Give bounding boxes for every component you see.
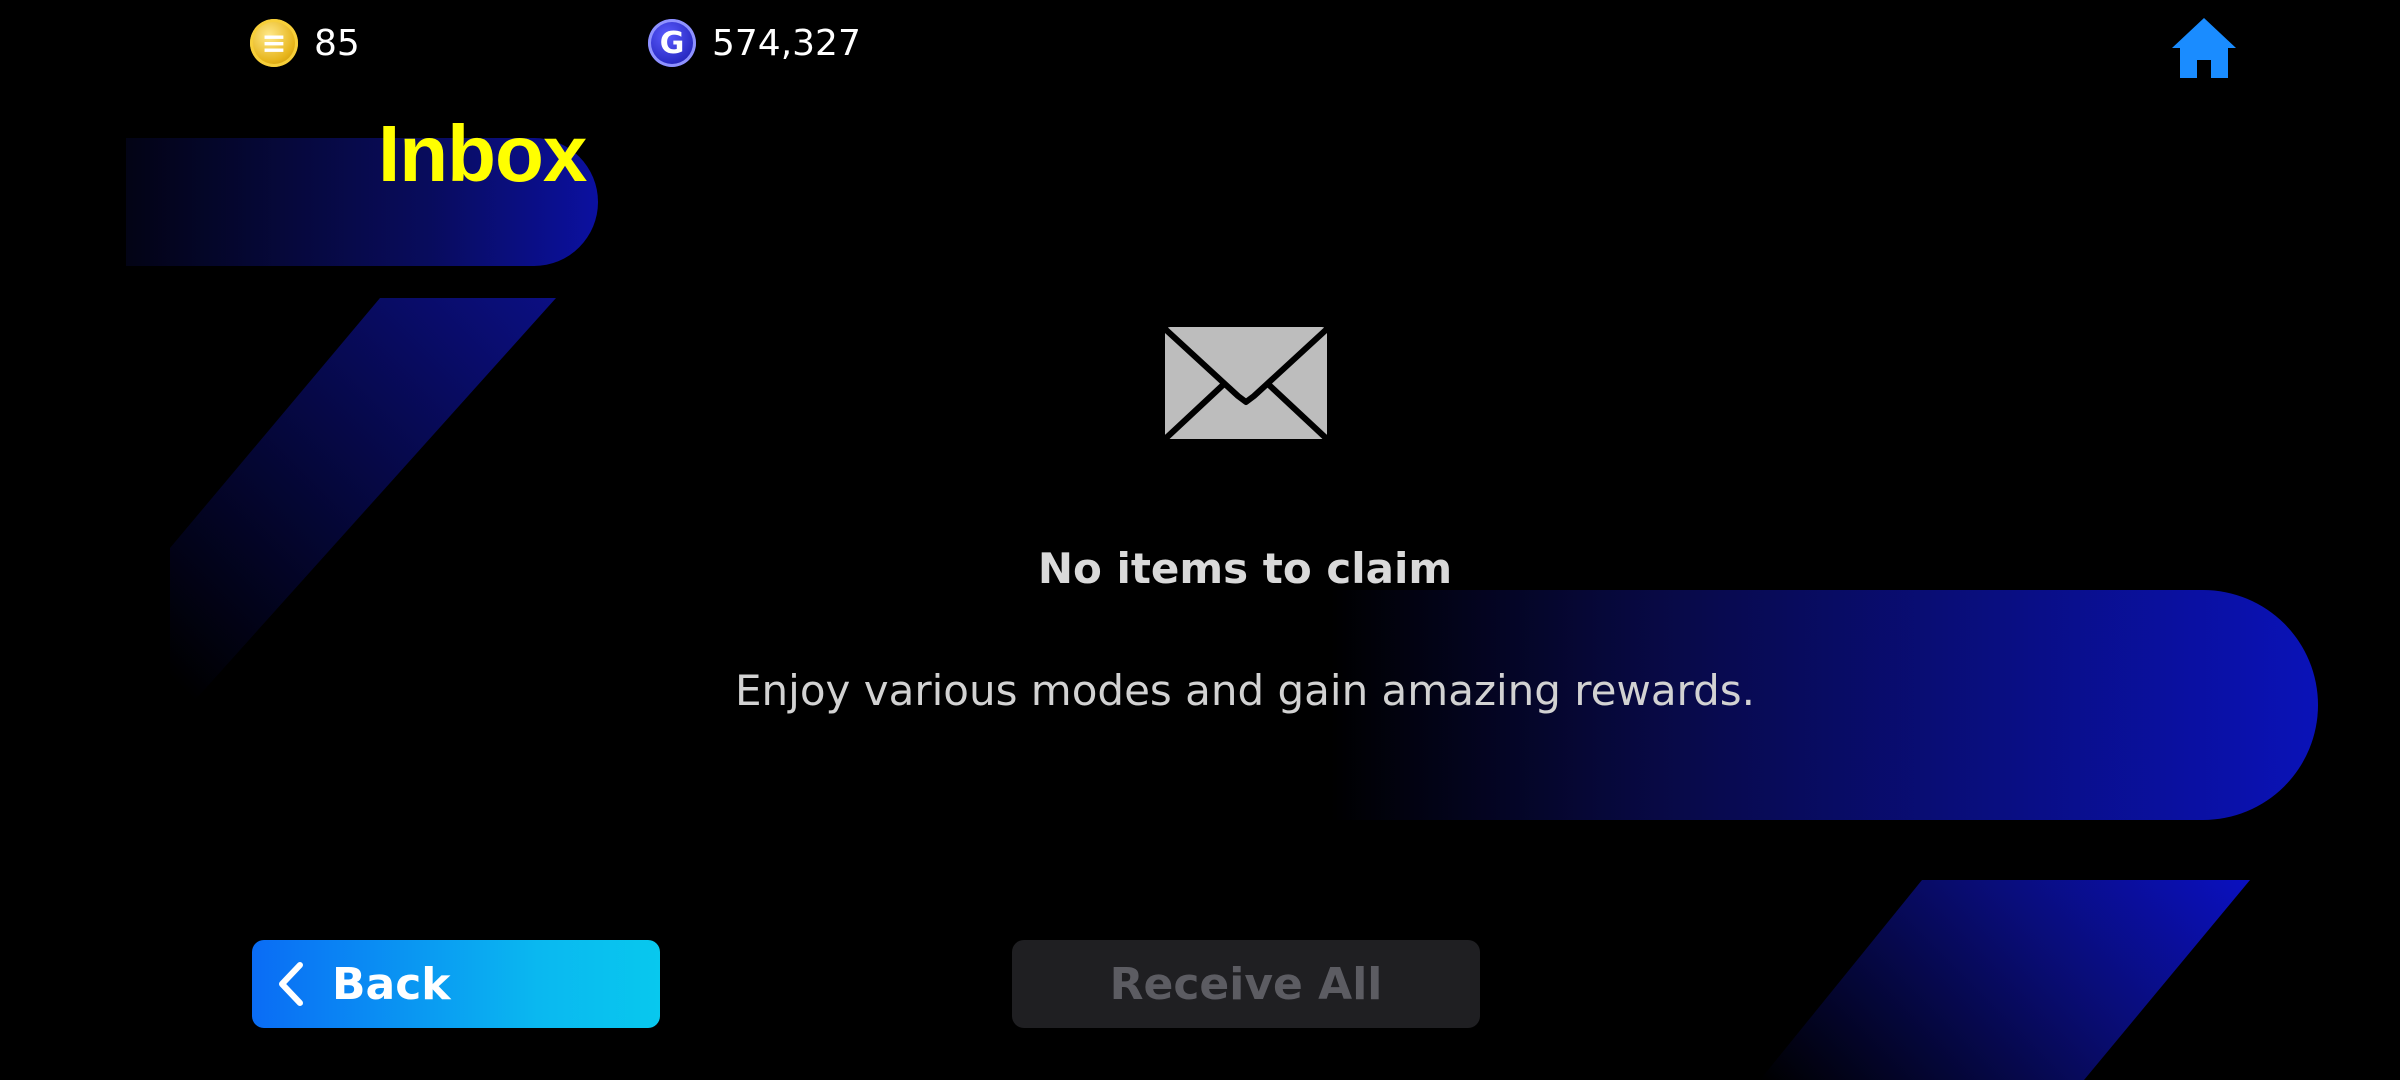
chevron-left-icon	[276, 961, 304, 1007]
gp-balance-value: 574,327	[712, 22, 861, 64]
bottom-slash-decoration	[1760, 880, 2250, 1080]
page-title: Inbox	[378, 109, 587, 198]
gp-icon: G	[648, 19, 696, 67]
back-button[interactable]: Back	[252, 940, 660, 1028]
empty-state-title: No items to claim	[1037, 544, 1453, 593]
coin-balance-value: 85	[314, 22, 360, 64]
coin-balance: ≡ 85	[250, 18, 360, 68]
envelope-icon	[1159, 321, 1333, 445]
receive-all-button[interactable]: Receive All	[1012, 940, 1480, 1028]
left-slash-decoration	[170, 298, 556, 718]
inbox-screen: ≡ 85 G 574,327 Inbox No items to claim E…	[0, 0, 2400, 1080]
gp-balance: G 574,327	[648, 18, 861, 68]
receive-all-button-label: Receive All	[1109, 958, 1383, 1010]
coin-icon: ≡	[250, 19, 298, 67]
back-button-label: Back	[332, 958, 451, 1010]
home-button[interactable]	[2166, 12, 2242, 84]
empty-state-description: Enjoy various modes and gain amazing rew…	[735, 666, 1755, 715]
home-icon	[2172, 18, 2236, 78]
